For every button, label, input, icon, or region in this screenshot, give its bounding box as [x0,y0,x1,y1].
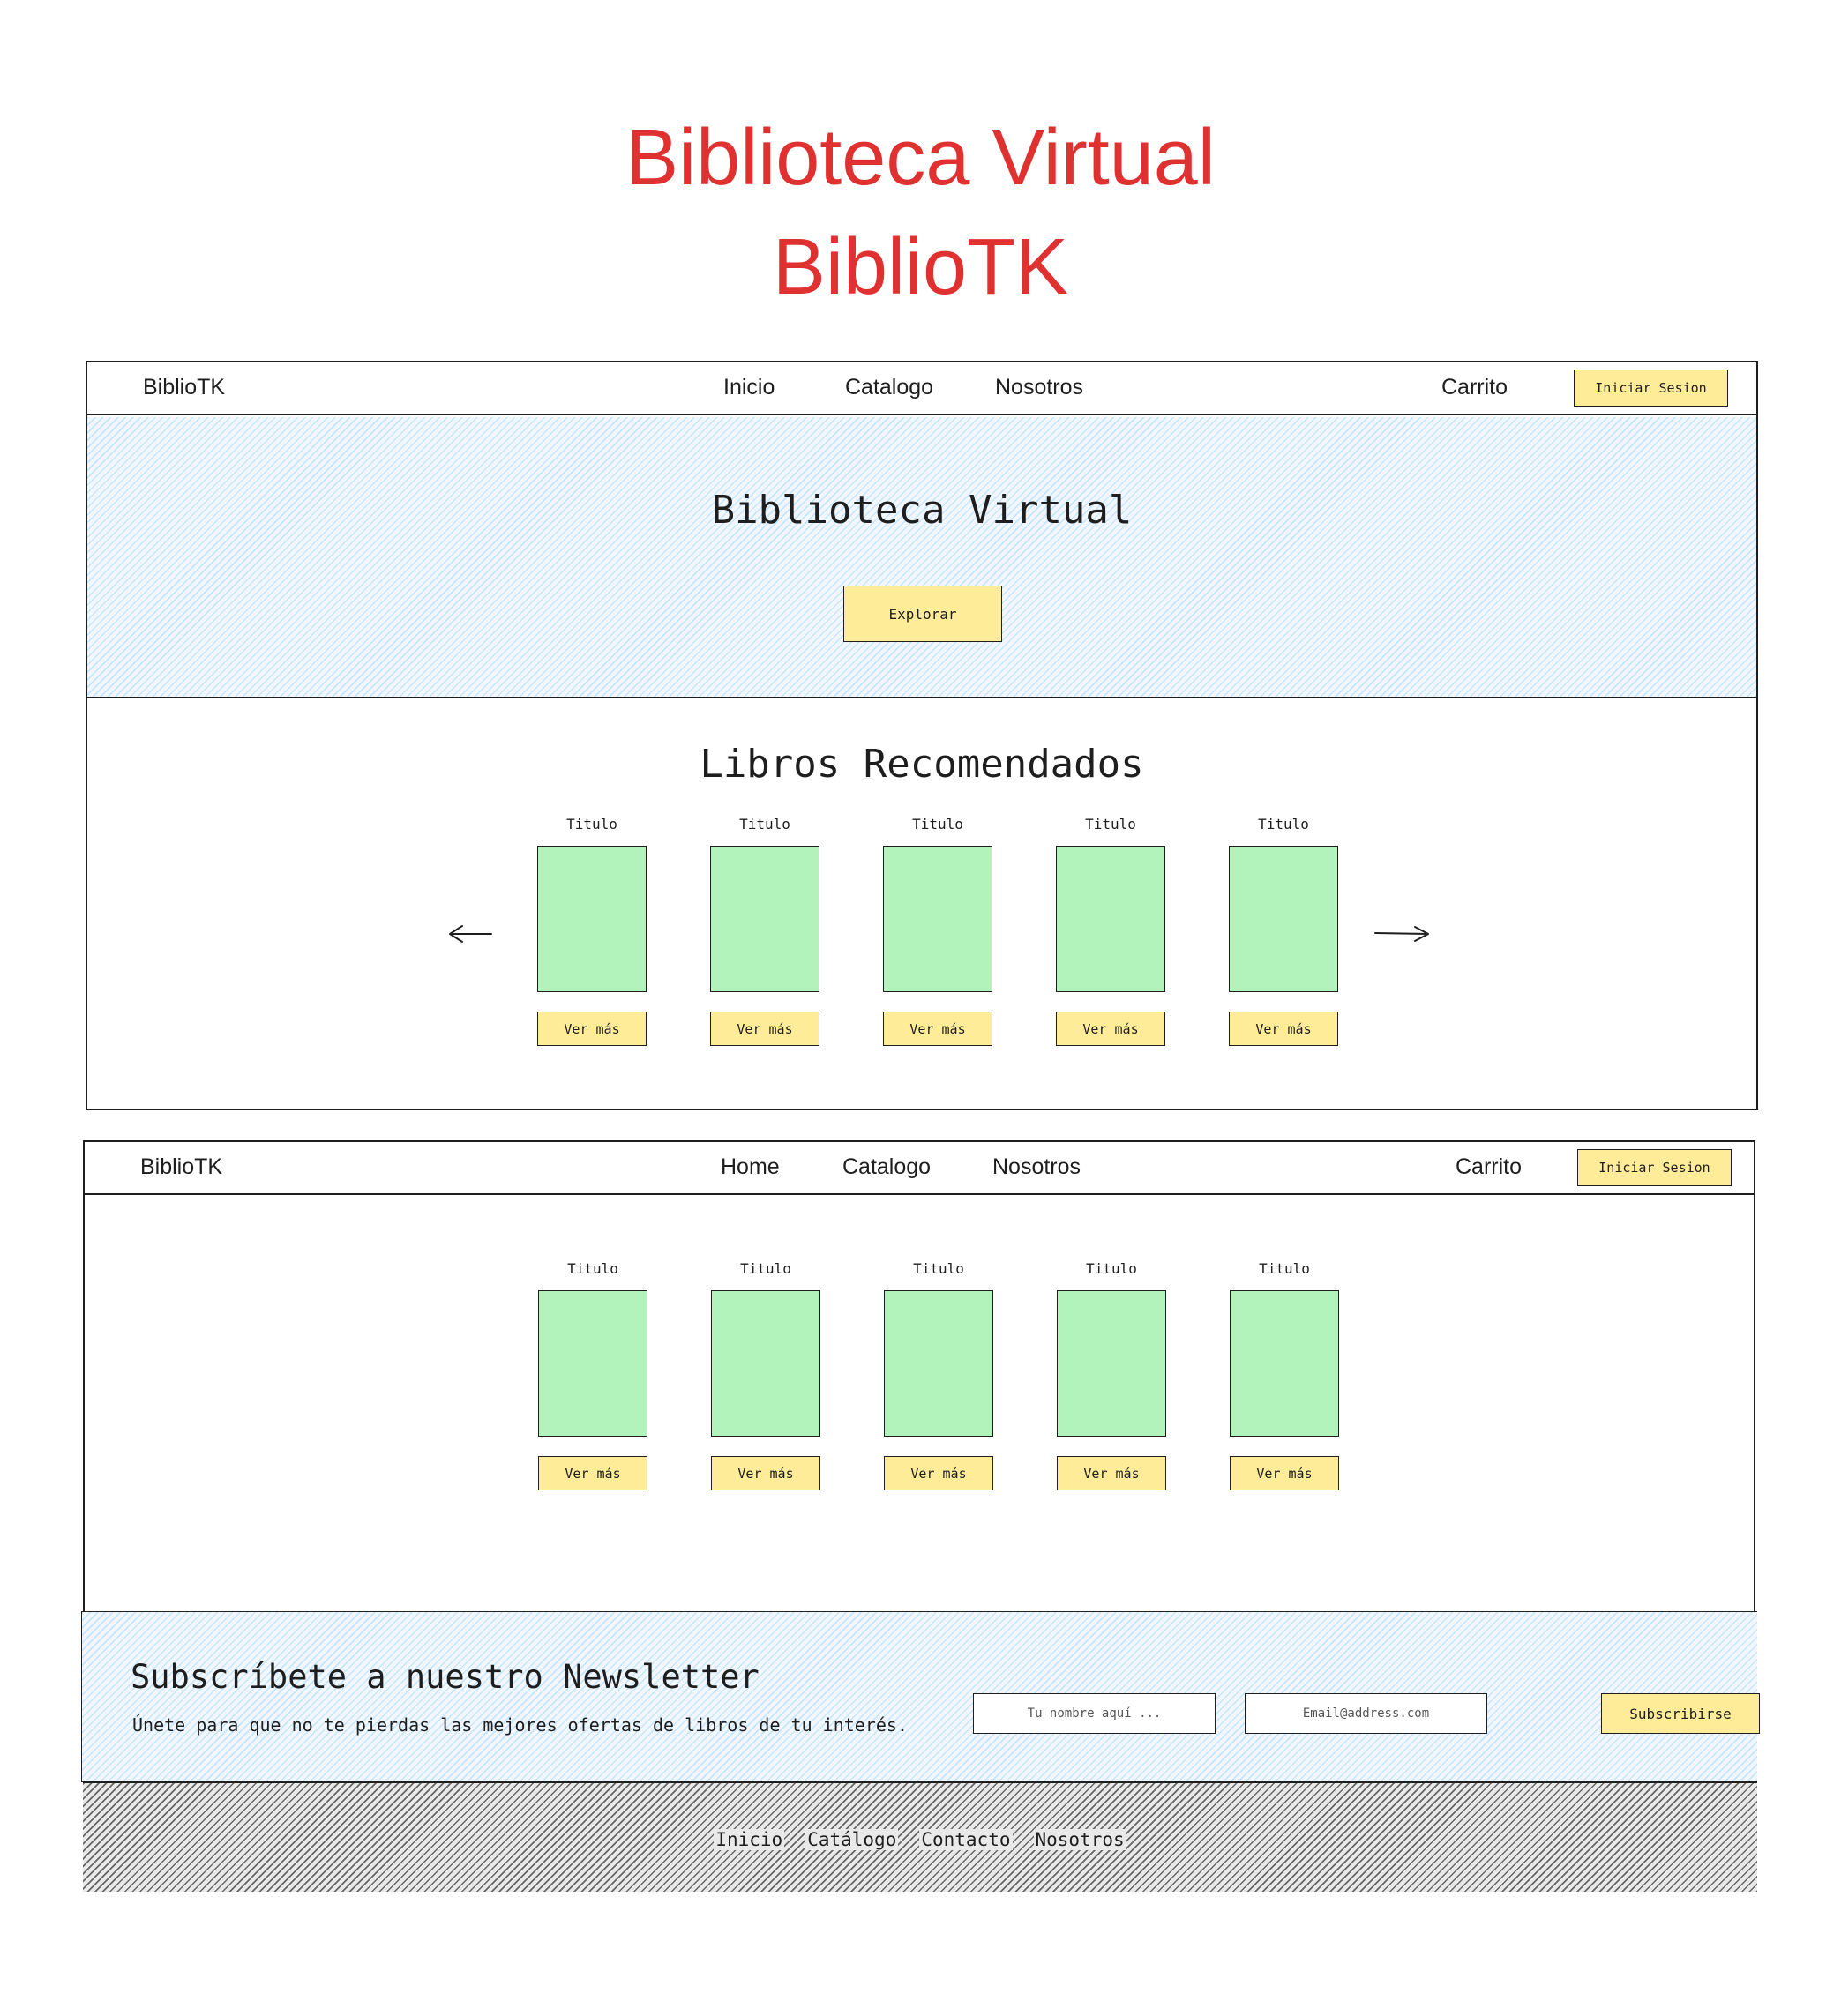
footer-link-catalogo[interactable]: Catálogo [805,1829,899,1850]
book-cover[interactable] [883,846,992,992]
footer-link-contacto[interactable]: Contacto [919,1829,1013,1850]
subscribe-button[interactable]: Subscribirse [1601,1693,1760,1734]
book-title: Titulo [912,816,963,833]
login-button[interactable]: Iniciar Sesion [1574,370,1728,407]
nav-link-catalogo[interactable]: Catalogo [842,1154,931,1180]
nav-link-nosotros[interactable]: Nosotros [992,1154,1081,1180]
see-more-button[interactable]: Ver más [883,1012,992,1046]
book-cover[interactable] [1230,1290,1339,1437]
newsletter-subtitle: Únete para que no te pierdas las mejores… [132,1714,908,1736]
hero-banner: Biblioteca Virtual Explorar [87,417,1756,698]
see-more-button[interactable]: Ver más [711,1456,820,1490]
footer-links: Inicio Catálogo Contacto Nosotros [83,1829,1757,1850]
arrow-left-icon[interactable] [447,923,493,945]
book-title: Titulo [567,1260,618,1277]
nav-link-home[interactable]: Home [721,1154,780,1180]
footer: Inicio Catálogo Contacto Nosotros [83,1782,1757,1892]
see-more-button[interactable]: Ver más [538,1456,647,1490]
nav-link-nosotros[interactable]: Nosotros [995,375,1083,400]
cart-link[interactable]: Carrito [1441,375,1508,400]
book-cover[interactable] [537,846,647,992]
arrow-right-icon[interactable] [1373,923,1432,945]
see-more-button[interactable]: Ver más [1229,1012,1338,1046]
hero-title: Biblioteca Virtual [711,488,1133,533]
navbar: BiblioTK Home Catalogo Nosotros Carrito … [85,1142,1754,1195]
see-more-button[interactable]: Ver más [1056,1012,1165,1046]
wireframe-catalog: BiblioTK Home Catalogo Nosotros Carrito … [81,1140,1760,1892]
book-cover[interactable] [711,1290,820,1437]
footer-link-inicio[interactable]: Inicio [714,1829,785,1850]
login-button[interactable]: Iniciar Sesion [1577,1149,1732,1186]
see-more-button[interactable]: Ver más [884,1456,993,1490]
newsletter-section: Subscríbete a nuestro Newsletter Únete p… [81,1611,1760,1782]
see-more-button[interactable]: Ver más [1230,1456,1339,1490]
book-title: Titulo [739,816,790,833]
book-title: Titulo [566,816,617,833]
cart-link[interactable]: Carrito [1456,1154,1522,1180]
explore-button[interactable]: Explorar [843,586,1002,642]
book-title: Titulo [1085,816,1136,833]
section-title: Libros Recomendados [700,742,1144,787]
book-cover[interactable] [1057,1290,1166,1437]
book-cover[interactable] [884,1290,993,1437]
footer-link-nosotros[interactable]: Nosotros [1033,1829,1126,1850]
brand-logo[interactable]: BiblioTK [140,1154,222,1180]
see-more-button[interactable]: Ver más [537,1012,647,1046]
navbar: BiblioTK Inicio Catalogo Nosotros Carrit… [87,362,1756,415]
nav-link-inicio[interactable]: Inicio [723,375,775,400]
book-title: Titulo [1086,1260,1137,1277]
book-title: Titulo [740,1260,791,1277]
newsletter-title: Subscríbete a nuestro Newsletter [131,1658,760,1696]
name-input[interactable]: Tu nombre aquí ... [973,1693,1216,1734]
book-title: Titulo [1258,816,1309,833]
email-input[interactable]: Email@address.com [1245,1693,1487,1734]
book-title: Titulo [913,1260,964,1277]
wireframe-home: BiblioTK Inicio Catalogo Nosotros Carrit… [86,361,1758,1110]
book-cover[interactable] [538,1290,647,1437]
page-heading-line2: BiblioTK [772,223,1069,311]
brand-logo[interactable]: BiblioTK [143,375,225,400]
see-more-button[interactable]: Ver más [1057,1456,1166,1490]
see-more-button[interactable]: Ver más [710,1012,819,1046]
book-cover[interactable] [1229,846,1338,992]
book-title: Titulo [1259,1260,1310,1277]
book-cover[interactable] [710,846,819,992]
book-cover[interactable] [1056,846,1165,992]
nav-link-catalogo[interactable]: Catalogo [845,375,933,400]
page-heading-line1: Biblioteca Virtual [625,114,1216,202]
